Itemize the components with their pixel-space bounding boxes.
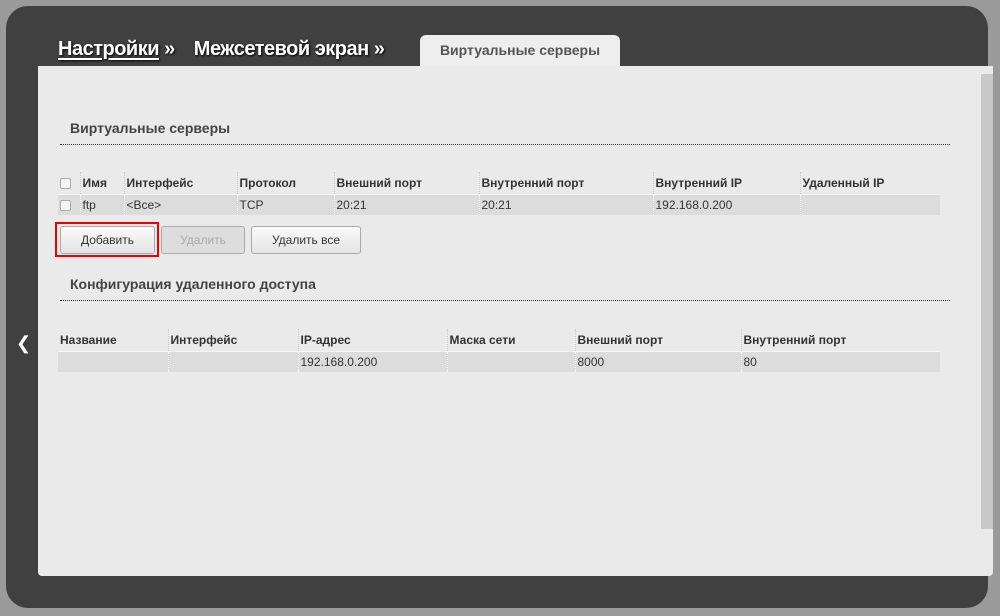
column-header: Интерфейс <box>123 172 237 194</box>
cell: 192.168.0.200 <box>652 193 800 215</box>
remote-access-table: Название Интерфейс IP-адрес Маска сети В… <box>58 329 940 372</box>
cell: ftp <box>79 193 124 215</box>
section-title-remote-access: Конфигурация удаленного доступа <box>70 276 316 292</box>
divider <box>60 144 950 145</box>
column-header: Внешний порт <box>574 329 741 351</box>
column-header: Интерфейс <box>167 329 298 351</box>
breadcrumb-firewall: Межсетевой экран » <box>193 38 385 60</box>
cell <box>446 350 575 372</box>
section-title-virtual-servers: Виртуальные серверы <box>70 120 231 136</box>
divider <box>60 300 950 301</box>
cell: 192.168.0.200 <box>297 350 447 372</box>
breadcrumb: Настройки » Межсетевой экран » <box>58 38 398 61</box>
column-header: Внутренний порт <box>740 329 940 351</box>
cell: 8000 <box>574 350 741 372</box>
scrollbar[interactable] <box>981 74 993 529</box>
content-panel <box>38 66 993 576</box>
cell <box>58 350 168 372</box>
cell: 20:21 <box>478 193 653 215</box>
column-header: Внутренний порт <box>478 172 653 194</box>
back-arrow-icon[interactable]: ❮ <box>16 333 31 354</box>
column-header: Название <box>60 332 117 347</box>
cell <box>167 350 298 372</box>
cell: TCP <box>236 193 334 215</box>
highlight-box <box>55 222 159 257</box>
cell: 80 <box>740 350 940 372</box>
table-row[interactable]: 192.168.0.200 8000 80 <box>58 350 940 372</box>
breadcrumb-sep: » <box>164 38 175 60</box>
column-header: Внутренний IP <box>652 172 800 194</box>
tab-virtual-servers[interactable]: Виртуальные серверы <box>420 35 620 67</box>
breadcrumb-settings-link[interactable]: Настройки <box>58 38 160 60</box>
column-header: Имя <box>79 172 124 194</box>
cell <box>799 193 940 215</box>
table-row[interactable]: ftp <Все> TCP 20:21 20:21 192.168.0.200 <box>58 193 940 215</box>
delete-button[interactable]: Удалить <box>161 226 245 254</box>
column-header: Удаленный IP <box>799 172 940 194</box>
column-header: Протокол <box>236 172 334 194</box>
row-checkbox[interactable] <box>60 200 71 212</box>
cell: 20:21 <box>333 193 479 215</box>
column-header: Маска сети <box>446 329 575 351</box>
delete-all-button[interactable]: Удалить все <box>251 226 361 254</box>
select-all-checkbox[interactable] <box>60 178 71 190</box>
cell: <Все> <box>123 193 237 215</box>
virtual-servers-table: Имя Интерфейс Протокол Внешний порт Внут… <box>58 172 940 215</box>
column-header: Внешний порт <box>333 172 479 194</box>
column-header: IP-адрес <box>297 329 447 351</box>
